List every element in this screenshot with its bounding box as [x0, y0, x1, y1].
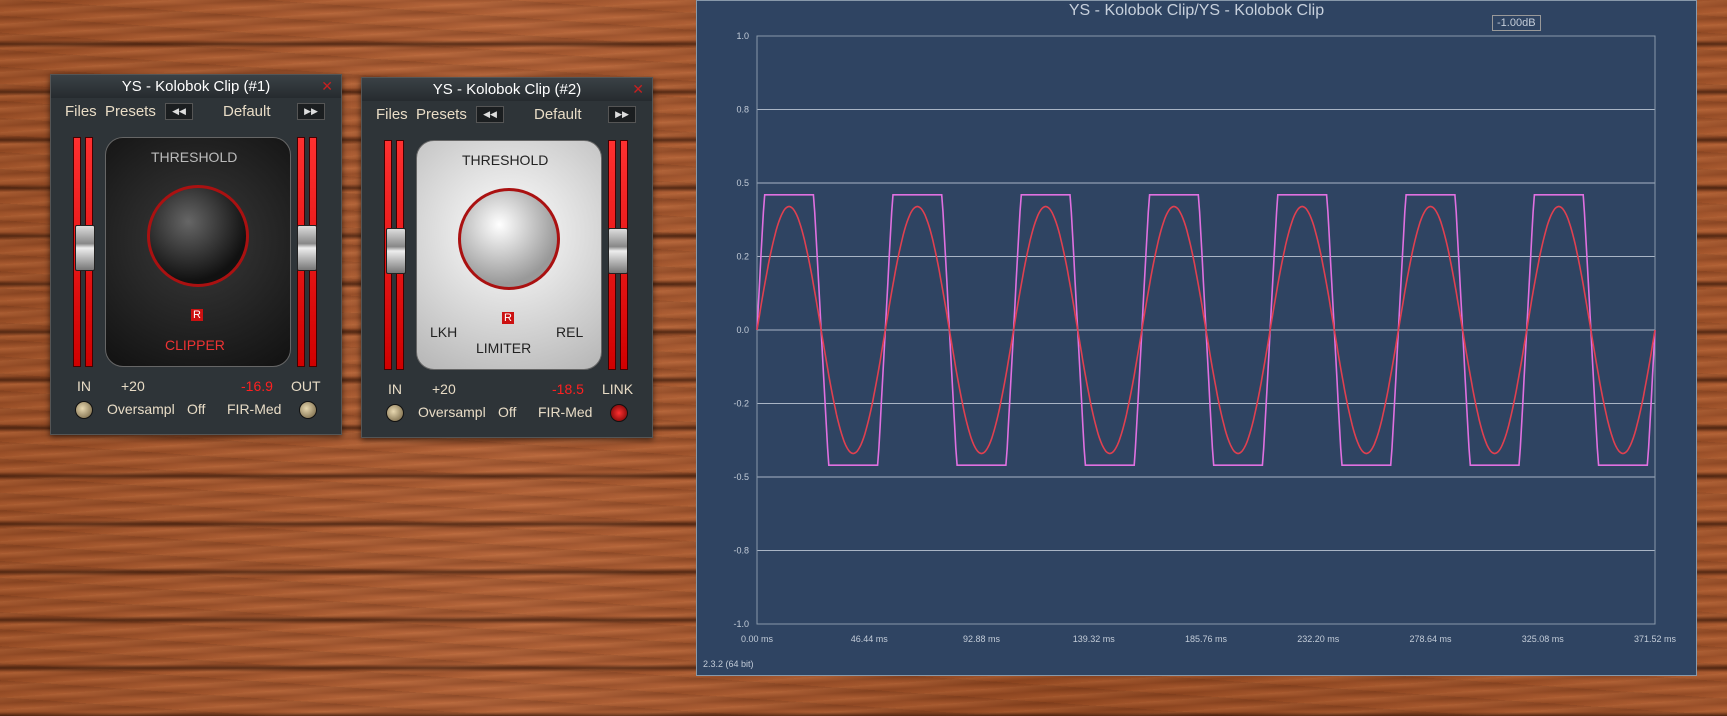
- gain-value: +20: [121, 378, 145, 394]
- x-tick-label: 139.32 ms: [1073, 634, 1116, 644]
- rel-label: REL: [556, 324, 584, 340]
- r-badge[interactable]: R: [502, 312, 514, 324]
- oversample-label: Oversampl: [107, 401, 175, 417]
- prev-preset-button[interactable]: ◀◀: [165, 103, 193, 120]
- link-label[interactable]: LINK: [602, 381, 633, 397]
- in-label: IN: [77, 378, 91, 394]
- plugin-window-1: YS - Kolobok Clip (#1) ✕ Files Presets ◀◀…: [50, 74, 342, 435]
- output-fader[interactable]: [608, 228, 628, 274]
- close-icon[interactable]: ✕: [321, 75, 333, 98]
- y-tick-label: 0.0: [736, 325, 749, 335]
- limiter-mode-label[interactable]: LIMITER: [476, 340, 531, 356]
- close-icon[interactable]: ✕: [632, 78, 644, 101]
- plugin-title-2[interactable]: YS - Kolobok Clip (#2) ✕: [362, 78, 652, 101]
- y-tick-label: -0.8: [733, 546, 749, 556]
- in-label: IN: [388, 381, 402, 397]
- x-tick-label: 92.88 ms: [963, 634, 1001, 644]
- files-menu[interactable]: Files: [65, 103, 97, 120]
- y-tick-label: -0.5: [733, 472, 749, 482]
- lkh-label: LKH: [430, 324, 458, 340]
- threshold-label: THRESHOLD: [151, 149, 238, 165]
- output-fader[interactable]: [297, 225, 317, 271]
- threshold-label: THRESHOLD: [462, 152, 549, 168]
- r-badge[interactable]: R: [191, 309, 203, 321]
- next-preset-button[interactable]: ▶▶: [297, 103, 325, 120]
- x-tick-label: 278.64 ms: [1409, 634, 1452, 644]
- input-fader[interactable]: [386, 228, 406, 274]
- x-tick-label: 46.44 ms: [851, 634, 889, 644]
- plugin-window-2: YS - Kolobok Clip (#2) ✕ Files Presets ◀◀…: [361, 77, 653, 438]
- preset-name: Default: [534, 106, 582, 123]
- x-tick-label: 0.00 ms: [741, 634, 774, 644]
- waveform-chart: 1.0 0.8 0.5 0.2 0.0 -0.2 -0.5 -0.8 -1.0 0.00 ms 46…: [733, 31, 1677, 644]
- y-tick-label: 0.5: [736, 178, 749, 188]
- y-tick-label: 1.0: [736, 31, 749, 41]
- out-label: OUT: [291, 378, 321, 394]
- next-preset-button[interactable]: ▶▶: [608, 106, 636, 123]
- y-tick-label: 0.8: [736, 105, 749, 115]
- x-tick-label: 325.08 ms: [1522, 634, 1565, 644]
- x-tick-label: 185.76 ms: [1185, 634, 1228, 644]
- clipper-mode-label[interactable]: CLIPPER: [165, 337, 225, 353]
- filter-label[interactable]: FIR-Med: [227, 401, 281, 417]
- oversample-label: Oversampl: [418, 404, 486, 420]
- filter-label[interactable]: FIR-Med: [538, 404, 592, 420]
- out-knob[interactable]: [299, 401, 317, 419]
- prev-preset-button[interactable]: ◀◀: [476, 106, 504, 123]
- y-tick-label: -0.2: [733, 399, 749, 409]
- input-fader[interactable]: [75, 225, 95, 271]
- threshold-knob[interactable]: [147, 185, 249, 287]
- in-knob[interactable]: [386, 404, 404, 422]
- oversample-value[interactable]: Off: [498, 404, 516, 420]
- oscilloscope-window: YS - Kolobok Clip/YS - Kolobok Clip -1.0…: [696, 0, 1697, 676]
- y-tick-label: -1.0: [733, 619, 749, 629]
- threshold-knob[interactable]: [458, 188, 560, 290]
- link-knob[interactable]: [610, 404, 628, 422]
- oversample-value[interactable]: Off: [187, 401, 205, 417]
- gain-value: +20: [432, 381, 456, 397]
- plugin-title-1[interactable]: YS - Kolobok Clip (#1) ✕: [51, 75, 341, 98]
- x-tick-label: 232.20 ms: [1297, 634, 1340, 644]
- in-knob[interactable]: [75, 401, 93, 419]
- preset-name: Default: [223, 103, 271, 120]
- y-tick-label: 0.2: [736, 252, 749, 262]
- x-tick-label: 371.52 ms: [1634, 634, 1677, 644]
- reduction-value: -18.5: [552, 381, 584, 397]
- presets-menu[interactable]: Presets: [105, 103, 156, 120]
- reduction-value: -16.9: [241, 378, 273, 394]
- files-menu[interactable]: Files: [376, 106, 408, 123]
- presets-menu[interactable]: Presets: [416, 106, 467, 123]
